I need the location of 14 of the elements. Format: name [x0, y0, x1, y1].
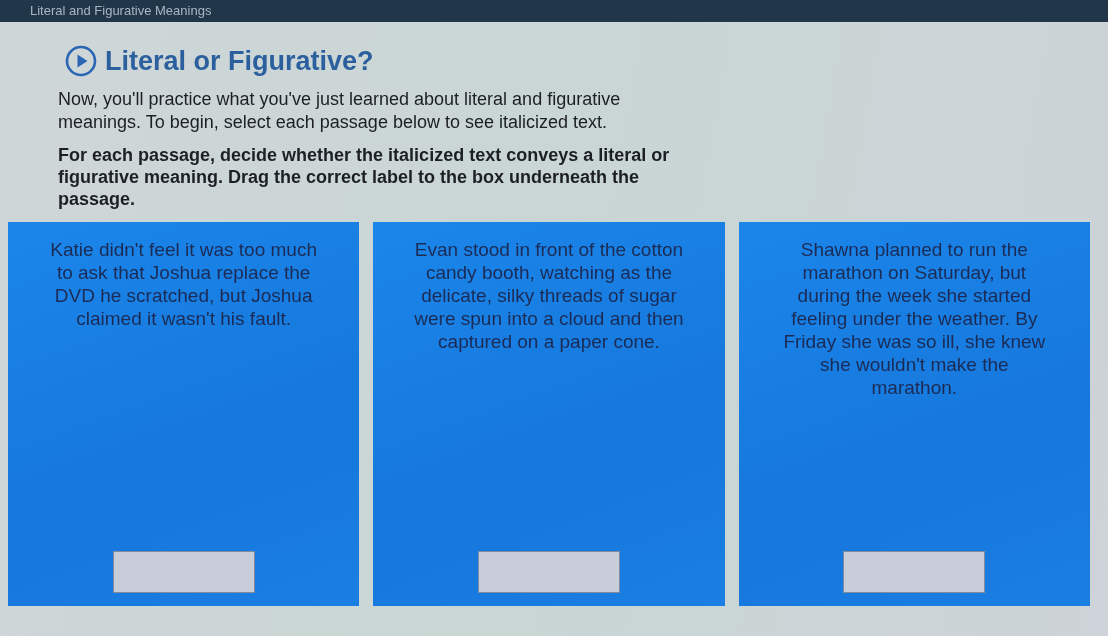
answer-box[interactable]	[843, 551, 986, 593]
passage-text: Evan stood in front of the cotton candy booth, watching as the delicate, silky threads of sugar were spun into a cloud and then captured on a paper cone.	[413, 238, 685, 353]
passage-text: Shawna planned to run the marathon on Saturday, but during the week she started feeling under the weather. By Friday she was so ill, she knew she wouldn't make the marathon.	[782, 238, 1047, 399]
lesson-title: Literal and Figurative Meanings	[30, 3, 212, 19]
passage-card[interactable]: Shawna planned to run the marathon on Saturday, but during the week she started feeling under the weather. By Friday she was so ill, she knew she wouldn't make the marathon.	[738, 222, 1090, 606]
intro-paragraph: Now, you'll practice what you've just learned about literal and figurative meanings. To begin, select each passage below to see italicized text.	[58, 88, 622, 134]
instructions-paragraph: For each passage, decide whether the italicized text conveys a literal or figurative meaning. Drag the correct label to the box underneath the passage.	[58, 144, 671, 210]
answer-box[interactable]	[478, 551, 620, 593]
answer-box[interactable]	[112, 551, 255, 593]
passage-text: Katie didn't feel it was too much to ask that Joshua replace the DVD he scratched, but Joshua claimed it wasn't his fault.	[49, 238, 318, 330]
activity-title: Literal or Figurative?	[105, 45, 374, 77]
passage-card[interactable]: Evan stood in front of the cotton candy booth, watching as the delicate, silky threads of sugar were spun into a cloud and then captured on a paper cone.	[373, 222, 725, 606]
play-icon[interactable]	[65, 45, 97, 77]
passage-card[interactable]: Katie didn't feel it was too much to ask that Joshua replace the DVD he scratched, but Joshua claimed it wasn't his fault.	[8, 222, 360, 606]
